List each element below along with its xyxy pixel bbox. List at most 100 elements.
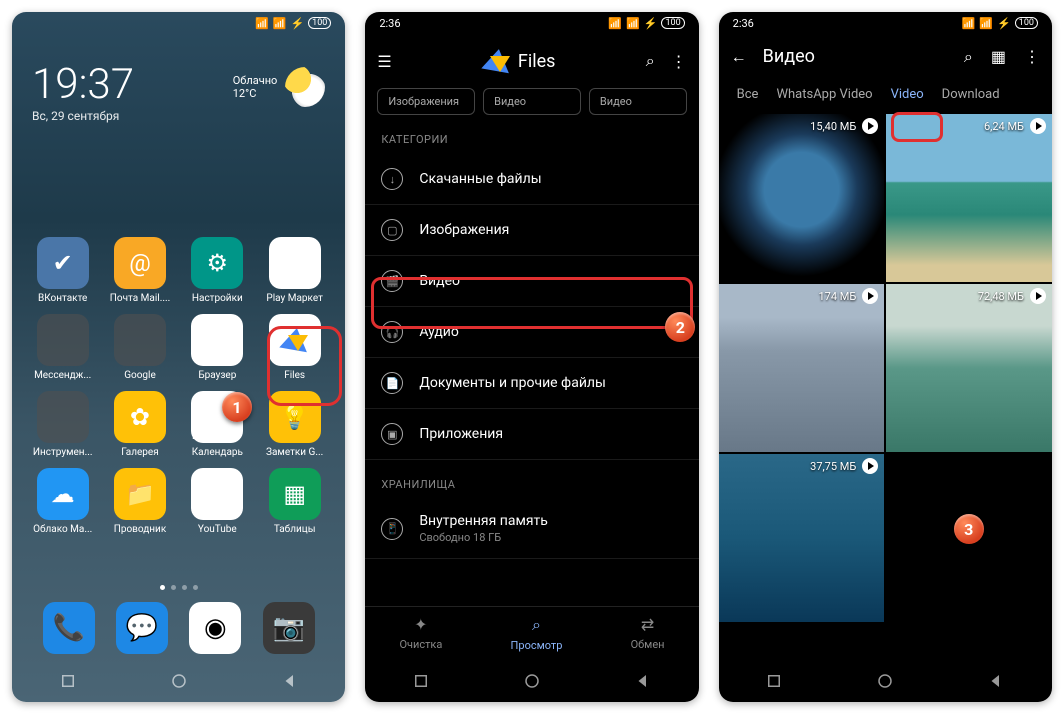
category-documents[interactable]: 📄Документы и прочие файлы bbox=[365, 358, 698, 409]
more-icon[interactable]: ⋮ bbox=[671, 52, 687, 71]
storage-internal[interactable]: 📱 Внутренняя память Свободно 18 ГБ bbox=[365, 499, 698, 559]
nav-recents[interactable] bbox=[765, 672, 783, 690]
category-apps[interactable]: ▣Приложения bbox=[365, 409, 698, 460]
video-header: ← Видео ⌕ ▦ ⋮ bbox=[719, 34, 1052, 79]
app-icon-graphic: ✔ bbox=[37, 237, 89, 289]
nav-back[interactable] bbox=[281, 672, 299, 690]
app-ma[interactable]: ☁Облако Ma... bbox=[28, 468, 97, 535]
app-[interactable]: 📁 Проводник bbox=[105, 468, 174, 535]
status-bar: 2:36 📶 📶 ⚡ 100 bbox=[719, 12, 1052, 34]
category-label: Аудио bbox=[419, 324, 459, 340]
app-[interactable]: ✿Галерея bbox=[105, 391, 174, 458]
play-icon bbox=[862, 118, 878, 134]
video-item[interactable]: 72,48 МБ bbox=[886, 284, 1052, 452]
app-grid: ✔ВКонтакте@Почта Mail....⚙Настройки▶Play… bbox=[12, 237, 345, 535]
app-label: Таблицы bbox=[274, 524, 316, 535]
app-g[interactable]: 💡Заметки G... bbox=[260, 391, 329, 458]
nav-home[interactable] bbox=[876, 672, 894, 690]
storage-heading: ХРАНИЛИЩА bbox=[365, 460, 698, 499]
search-icon[interactable]: ⌕ bbox=[964, 47, 973, 67]
nav-back[interactable] bbox=[634, 672, 652, 690]
video-item[interactable]: 174 МБ bbox=[719, 284, 885, 452]
nav-recents[interactable] bbox=[59, 672, 77, 690]
nav-home[interactable] bbox=[523, 672, 541, 690]
wifi-icon: 📶 bbox=[255, 17, 269, 30]
app-icon-graphic: ☁ bbox=[37, 468, 89, 520]
dock-camera[interactable]: 📷 bbox=[263, 602, 315, 654]
category-label: Видео bbox=[419, 273, 460, 289]
dock-chrome[interactable]: ◉ bbox=[189, 602, 241, 654]
video-item[interactable]: 37,75 МБ bbox=[719, 454, 885, 622]
app-icon-graphic: ⚙ bbox=[191, 237, 243, 289]
app-files[interactable]: Files bbox=[260, 314, 329, 381]
tab-all[interactable]: Все bbox=[737, 87, 759, 102]
app-label: Галерея bbox=[121, 447, 158, 458]
search-icon[interactable]: ⌕ bbox=[646, 51, 655, 71]
bottomnav-label: Просмотр bbox=[511, 639, 563, 652]
audio-icon: 🎧 bbox=[381, 321, 403, 343]
weather-condition: Облачно bbox=[233, 74, 278, 87]
app-header: ☰ Files ⌕ ⋮ bbox=[365, 34, 698, 88]
recent-chip[interactable]: Видео bbox=[589, 88, 687, 115]
files-logo-icon bbox=[482, 46, 512, 76]
status-bar: 📶 📶 ⚡ 100 bbox=[12, 12, 345, 34]
video-item[interactable]: 15,40 МБ bbox=[719, 114, 885, 282]
category-label: Скачанные файлы bbox=[419, 171, 541, 187]
app-icon-graphic bbox=[37, 314, 89, 366]
nav-recents[interactable] bbox=[412, 672, 430, 690]
recent-chip[interactable]: Видео bbox=[483, 88, 581, 115]
bottomnav-share[interactable]: ⇄Обмен bbox=[631, 615, 665, 652]
app-[interactable]: ✔ВКонтакте bbox=[28, 237, 97, 304]
nav-home[interactable] bbox=[170, 672, 188, 690]
recent-chip[interactable]: Изображения bbox=[377, 88, 475, 115]
status-icons: 📶 📶 ⚡ 100 bbox=[962, 17, 1038, 30]
category-label: Приложения bbox=[419, 426, 503, 442]
clean-icon: ✦ bbox=[414, 615, 427, 634]
clock-time: 19:37 bbox=[32, 60, 134, 109]
app-[interactable]: ▦Таблицы bbox=[260, 468, 329, 535]
tab-download[interactable]: Download bbox=[942, 87, 1000, 102]
dock-phone[interactable]: 📞 bbox=[43, 602, 95, 654]
weather-temp: 12°C bbox=[233, 87, 278, 100]
view-icon[interactable]: ▦ bbox=[991, 47, 1006, 67]
browse-icon: ⌕ bbox=[532, 615, 541, 635]
tab-whatsapp[interactable]: WhatsApp Video bbox=[776, 87, 872, 102]
category-downloads[interactable]: ↓Скачанные файлы bbox=[365, 154, 698, 205]
bottomnav-clean[interactable]: ✦Очистка bbox=[399, 615, 442, 652]
app-google[interactable]: Google bbox=[105, 314, 174, 381]
app-icon-graphic: ▶ bbox=[269, 237, 321, 289]
app-label: Google bbox=[124, 370, 156, 381]
app-[interactable]: Мессендж... bbox=[28, 314, 97, 381]
more-icon[interactable]: ⋮ bbox=[1024, 47, 1040, 67]
category-audio[interactable]: 🎧 Аудио bbox=[365, 307, 698, 358]
play-icon bbox=[862, 288, 878, 304]
app-icon-graphic: @ bbox=[114, 237, 166, 289]
storage-label: Внутренняя память bbox=[419, 513, 548, 529]
app-icon-graphic: 📁 bbox=[114, 468, 166, 520]
app-mail[interactable]: @Почта Mail.... bbox=[105, 237, 174, 304]
recent-chips: Изображения Видео Видео bbox=[365, 88, 698, 115]
signal-icon: 📶 bbox=[626, 17, 640, 30]
status-icons: 📶 📶 ⚡ 100 bbox=[255, 17, 331, 30]
back-icon[interactable]: ← bbox=[731, 47, 747, 67]
app-icon-graphic bbox=[114, 314, 166, 366]
app-label: Проводник bbox=[114, 524, 167, 535]
app-[interactable]: YБраузер bbox=[183, 314, 252, 381]
app-icon-graphic: 💡 bbox=[269, 391, 321, 443]
app-play[interactable]: ▶Play Маркет bbox=[260, 237, 329, 304]
app-youtube[interactable]: ▶YouTube bbox=[183, 468, 252, 535]
app-[interactable]: Инструмен... bbox=[28, 391, 97, 458]
video-item[interactable]: 6,24 МБ bbox=[886, 114, 1052, 282]
clock-widget[interactable]: 19:37 Вс, 29 сентября bbox=[32, 60, 134, 123]
menu-icon[interactable]: ☰ bbox=[377, 52, 391, 71]
nav-back[interactable] bbox=[987, 672, 1005, 690]
category-video[interactable]: 🎬Видео bbox=[365, 256, 698, 307]
phone-files-app: 2:36 📶 📶 ⚡ 100 ☰ Files ⌕ ⋮ ИзображенияВи… bbox=[365, 12, 698, 702]
category-images[interactable]: ▢Изображения bbox=[365, 205, 698, 256]
app-[interactable]: ⚙Настройки bbox=[183, 237, 252, 304]
weather-widget[interactable]: Облачно 12°C bbox=[233, 67, 326, 107]
tab-video[interactable]: Video bbox=[891, 87, 924, 102]
dock-messages[interactable]: 💬 bbox=[116, 602, 168, 654]
bottomnav-browse[interactable]: ⌕ Просмотр bbox=[511, 615, 563, 652]
wifi-icon: 📶 bbox=[962, 17, 976, 30]
